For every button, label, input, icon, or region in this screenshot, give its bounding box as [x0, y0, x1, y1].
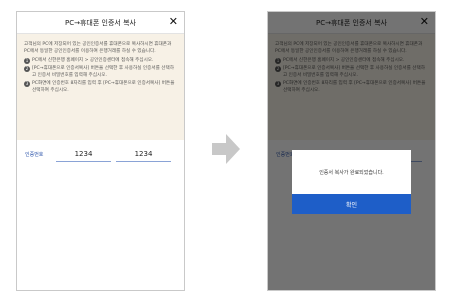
cert-number-label: 인증번호: [25, 152, 44, 158]
intro-text: 고객님의 PC에 저장되어 있는 공인인증서를 휴대폰으로 복사하시면 휴대폰과…: [24, 42, 172, 54]
confirm-button[interactable]: 확인: [292, 194, 411, 214]
screen-after: PC→휴대폰 인증서 복사 ✕ 고객님의 PC에 저장되어 있는 공인인증서를 …: [267, 11, 436, 291]
step-2: 2 [PC→휴대폰으로 인증서복사] 버튼을 선택한 후 사용하실 인증서를 선…: [24, 65, 177, 79]
info-box: 고객님의 PC에 저장되어 있는 공인인증서를 휴대폰으로 복사하시면 휴대폰과…: [17, 34, 184, 140]
completion-modal: 인증서 복사가 완료되었습니다. 확인: [292, 150, 411, 214]
step-text: [PC→휴대폰으로 인증서복사] 버튼을 선택한 후 사용하실 인증서를 선택하…: [32, 66, 174, 78]
step-number: 2: [24, 65, 30, 72]
step-text: PC화면에 인증번호 8자리를 입력 후 [PC→휴대폰으로 인증서복사] 버튼…: [32, 81, 175, 93]
step-1: 1 PC에서 신한은행 홈페이지 > 공인인증센터에 접속해 주십시오.: [24, 57, 177, 64]
step-number: 1: [24, 57, 30, 64]
step-number: 3: [24, 80, 30, 87]
screen-before: PC→휴대폰 인증서 복사 ✕ 고객님의 PC에 저장되어 있는 공인인증서를 …: [16, 11, 185, 291]
dialog-title: PC→휴대폰 인증서 복사: [65, 18, 136, 27]
arrow-right-icon: [212, 134, 240, 164]
step-text: PC에서 신한은행 홈페이지 > 공인인증센터에 접속해 주십시오.: [32, 58, 154, 63]
dialog-header: PC→휴대폰 인증서 복사 ✕: [17, 12, 184, 34]
modal-message: 인증서 복사가 완료되었습니다.: [319, 169, 384, 176]
close-icon[interactable]: ✕: [169, 15, 178, 29]
cert-number-field-1[interactable]: 1234: [56, 150, 111, 162]
cert-number-field-2[interactable]: 1234: [116, 150, 171, 162]
step-3: 3 PC화면에 인증번호 8자리를 입력 후 [PC→휴대폰으로 인증서복사] …: [24, 80, 177, 94]
cert-number-row: 인증번호 1234 1234: [17, 140, 184, 162]
